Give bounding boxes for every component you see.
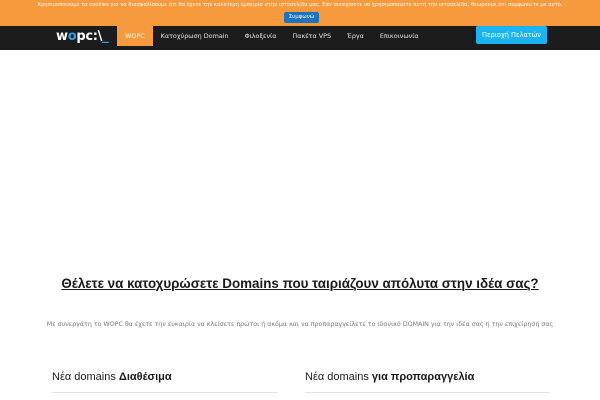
preorder-domains-bold: για προπαραγγελία [371,371,475,383]
cookie-accept-button[interactable]: Συμφωνώ [284,12,319,23]
menu-item-domain-registration[interactable]: Κατοχύρωση Domain [153,26,237,46]
page-heading-text: Θέλετε να κατοχυρώσετε Domains που ταιρι… [61,276,539,291]
available-domains-bold: Διαθέσιμα [118,371,172,383]
site-logo[interactable]: wopc:\_ [56,26,109,46]
preorder-domains-divider [305,392,550,393]
logo-letters-pc: pc:\ [76,28,103,44]
menu-item-contact[interactable]: Επικοινωνία [372,26,427,46]
main-menu: WOPC Κατοχύρωση Domain Φιλοξενία Πακέτα … [117,26,427,46]
menu-item-projects[interactable]: Έργα [339,26,372,46]
menu-item-wopc[interactable]: WOPC [117,26,153,46]
logo-cursor: _ [102,28,109,44]
available-domains-title: Νέα domains Διαθέσιμα [52,371,172,383]
preorder-domains-title: Νέα domains για προπαραγγελία [305,371,474,383]
client-area-button[interactable]: Περιοχή Πελατών [476,26,547,44]
cookie-consent-bar: Χρησιμοποιούμε τα cookies για να διασφαλ… [0,0,600,26]
logo-letter-w: w [56,28,68,44]
menu-item-vps-packages[interactable]: Πακέτα VPS [284,26,339,46]
available-domains-prefix: Νέα domains [52,371,116,383]
available-domains-divider [52,392,277,393]
cookie-message: Χρησιμοποιούμε τα cookies για να διασφαλ… [37,2,563,8]
logo-wordmark: wopc:\_ [56,28,109,44]
page-heading: Θέλετε να κατοχυρώσετε Domains που ταιρι… [40,276,560,292]
page-subtitle: Με συνεργάτη το WOPC θα έχετε την ευκαιρ… [46,321,554,328]
menu-item-hosting[interactable]: Φιλοξενία [237,26,285,46]
preorder-domains-prefix: Νέα domains [305,371,369,383]
